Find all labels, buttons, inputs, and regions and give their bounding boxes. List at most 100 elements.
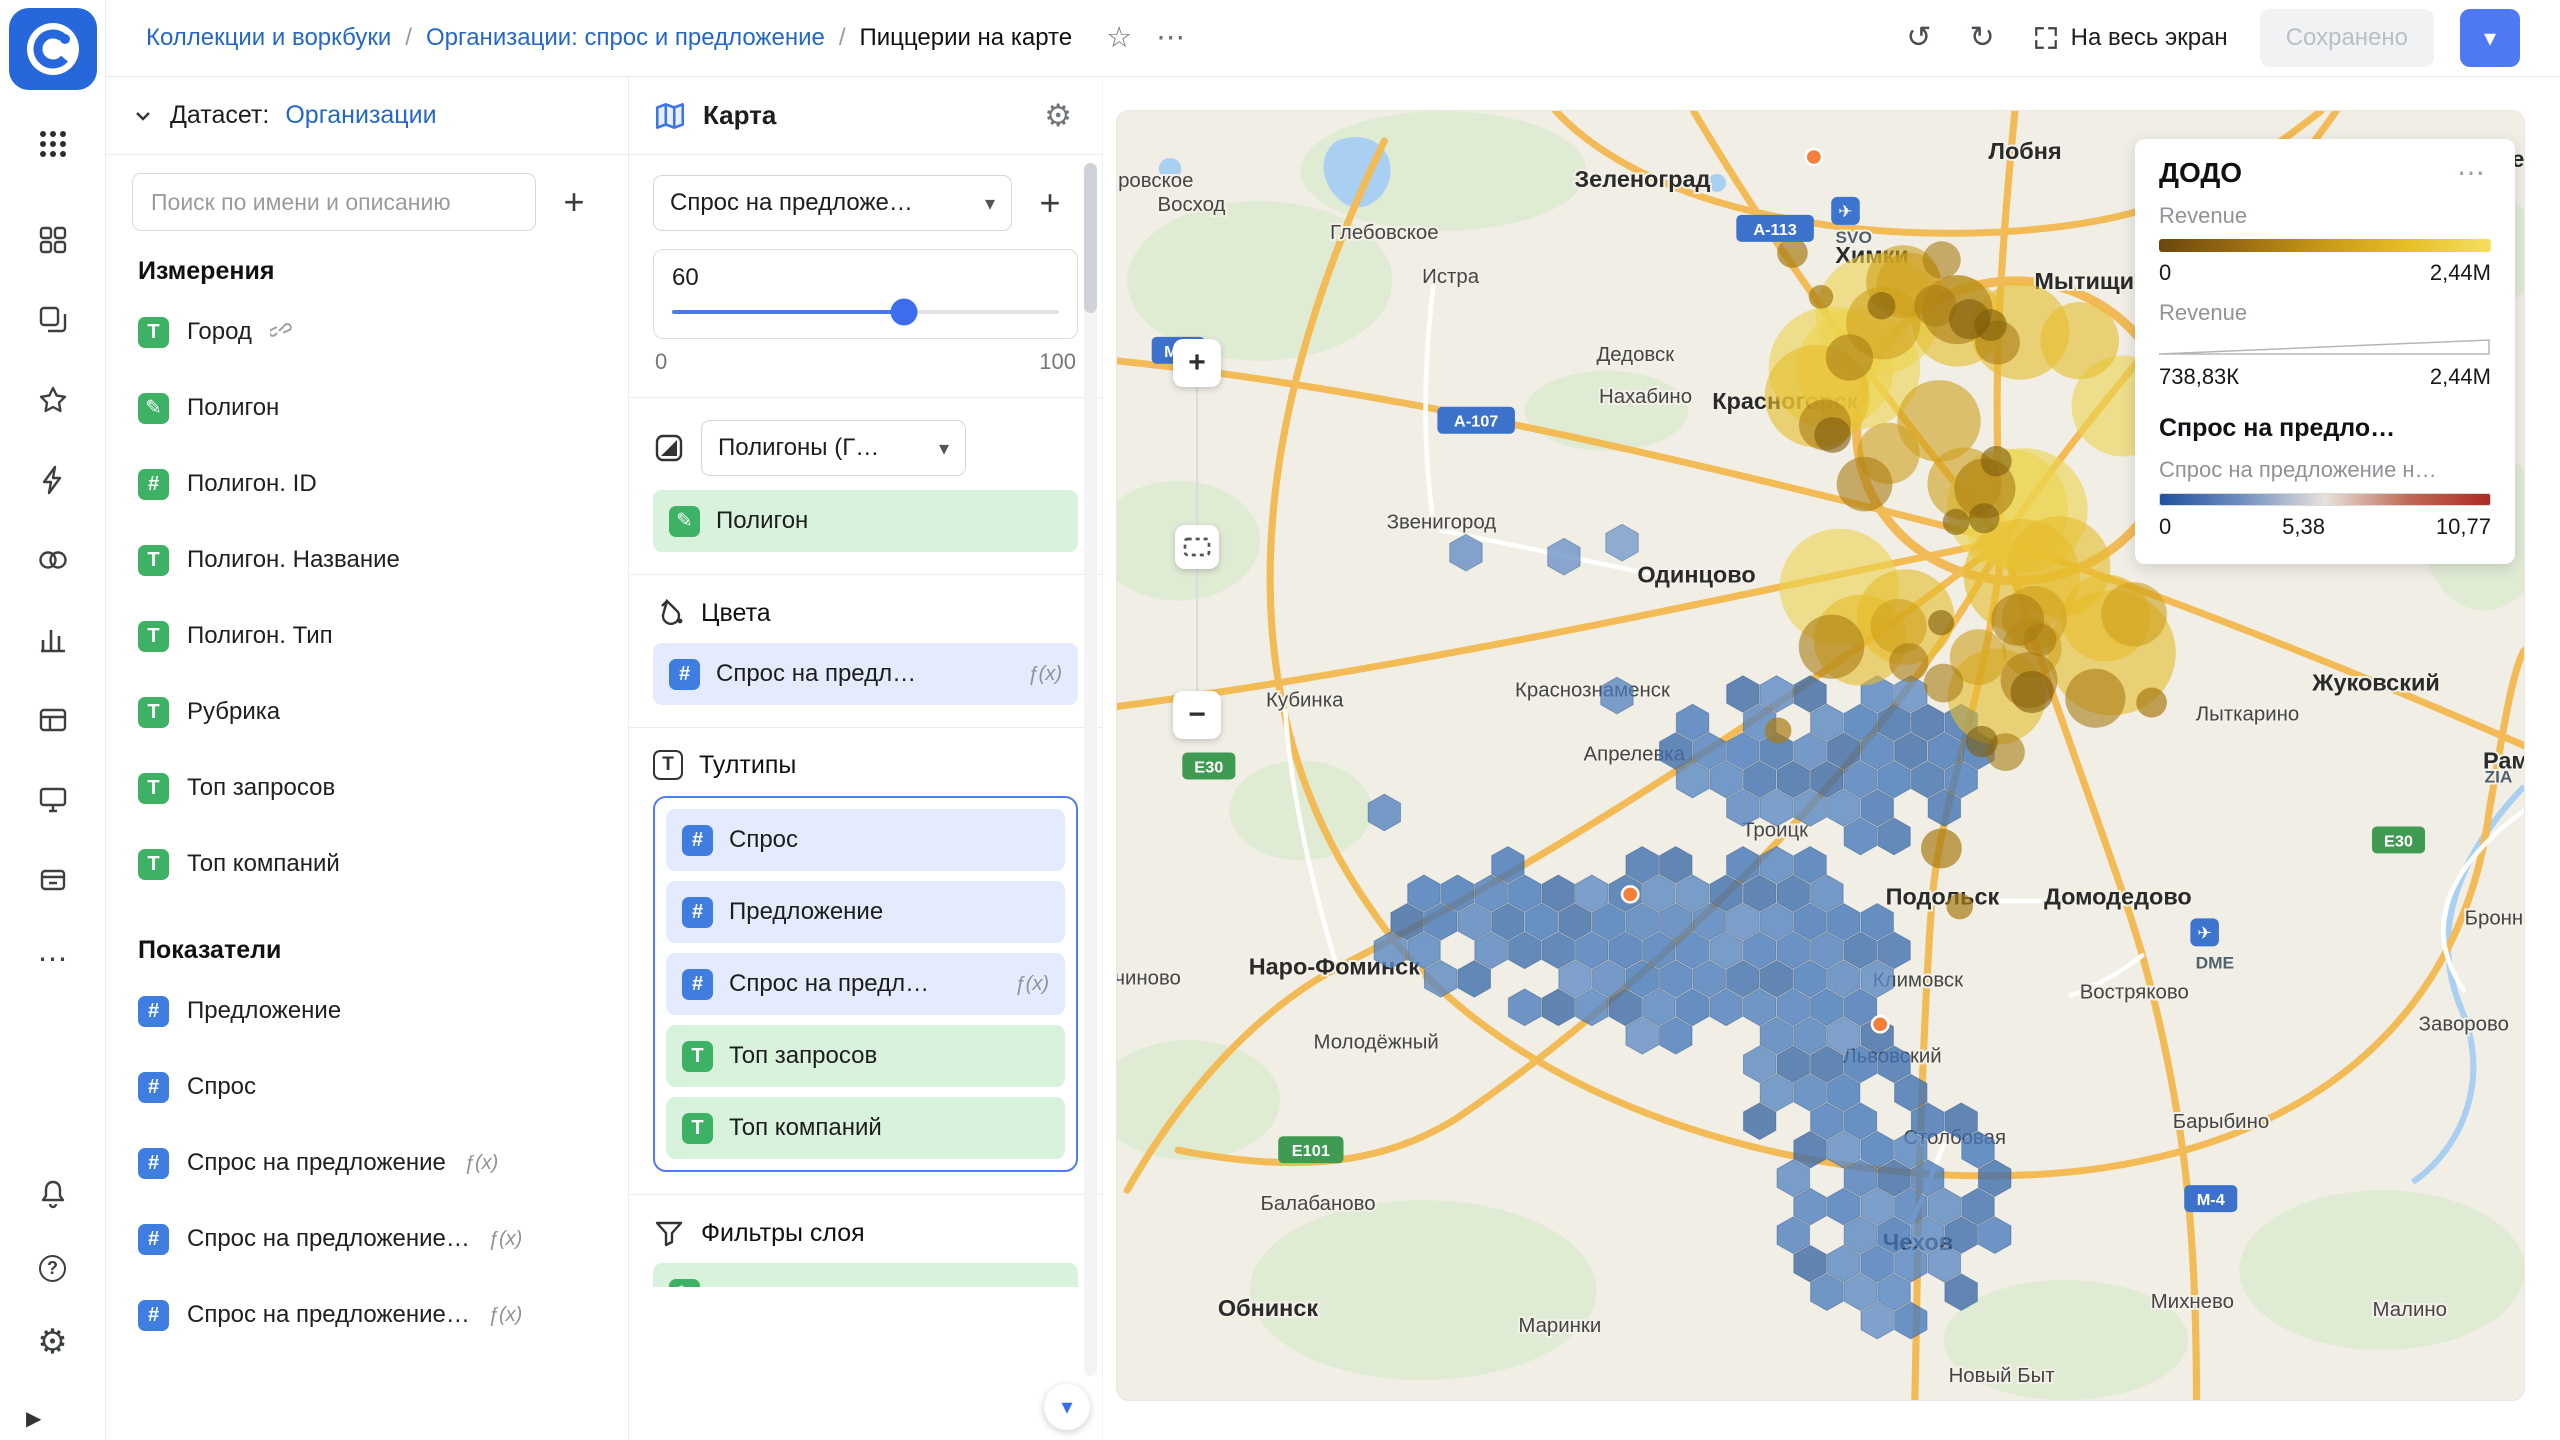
notifications-bell-icon[interactable] [25,1166,81,1222]
map-label: Мытищи [2034,268,2134,294]
map-label: Зеленоград [1574,166,1710,192]
number-field-icon: # [138,996,169,1027]
text-field-icon: T [682,1041,713,1072]
breadcrumb-item[interactable]: Коллекции и воркбуки [146,24,391,52]
field-label: Топ компаний [187,850,340,878]
field-chip[interactable]: TТоп компаний [666,1097,1065,1159]
fullscreen-button[interactable]: На весь экран [2027,23,2234,53]
redo-icon[interactable]: ↻ [1964,22,2001,54]
add-layer-button[interactable]: + [1022,175,1078,231]
entry-more-icon[interactable]: ⋯ [1148,20,1193,57]
dashboards-icon[interactable] [25,772,81,828]
field-search-input[interactable] [132,173,536,231]
fullscreen-icon [2033,25,2059,51]
field-row[interactable]: TТоп компаний [132,826,602,902]
collapse-rail-icon[interactable]: ▶ [20,1405,47,1432]
field-label: Полигон. ID [187,470,317,498]
field-chip[interactable]: #Спрос на предл…ƒ(x) [666,953,1065,1015]
map-canvas[interactable]: ровскоеВосходГлебовскоеИстраЗеленоградЛо… [1117,111,2524,1400]
field-row[interactable]: #Спрос на предложение…ƒ(x) [132,1277,602,1353]
chip-label: Полигон [716,507,808,535]
apps-grid-icon[interactable] [25,116,81,172]
opacity-min-label: 0 [655,349,667,375]
save-status-button[interactable]: Сохранено [2260,9,2434,67]
rail-more-icon[interactable]: ⋯ [25,932,81,988]
charts-icon[interactable] [25,612,81,668]
map-chart-icon [653,99,687,133]
map-label: SVO [1835,227,1872,247]
field-chip[interactable]: ✎ [653,1263,1078,1287]
chart-settings-gear-icon[interactable]: ⚙ [1038,97,1078,135]
connections-icon[interactable] [25,532,81,588]
field-row[interactable]: #Полигон. ID [132,446,602,522]
field-chip[interactable]: #Предложение [666,881,1065,943]
datalens-logo[interactable] [9,8,97,90]
field-chip[interactable]: #Спрос [666,809,1065,871]
favorite-star-icon[interactable]: ☆ [1098,20,1140,57]
map-label: Востряково [2080,981,2189,1003]
map-more-icon[interactable]: ⋯ [2451,158,2491,188]
zoom-in-button[interactable]: + [1173,339,1221,387]
field-row[interactable]: #Спрос [132,1049,602,1125]
field-row[interactable]: TПолигон. Тип [132,598,602,674]
geometry-select[interactable]: Полигоны (Г… ▾ [701,420,966,476]
clipped-filter-chip[interactable]: ✎ [653,1263,1078,1287]
dataset-label: Датасет: [170,101,269,130]
legend-title: ДОДО [2159,157,2242,189]
config-scrollbar[interactable] [1084,163,1097,1376]
field-chip[interactable]: ✎Полигон [653,490,1078,552]
chevron-down-icon: ▾ [2484,25,2496,52]
chart-type-title: Карта [703,100,776,131]
field-label: Полигон [187,394,279,422]
collections-icon[interactable] [25,212,81,268]
map-label: Звенигород [1387,512,1497,534]
topbar: Коллекции и воркбуки/Организации: спрос … [106,0,2560,77]
zoom-out-button[interactable]: − [1173,691,1221,739]
field-row[interactable]: ✎Полигон [132,370,602,446]
tables-icon[interactable] [25,692,81,748]
breadcrumb-item[interactable]: Организации: спрос и предложение [426,24,825,52]
field-row[interactable]: TПолигон. Название [132,522,602,598]
scroll-down-button[interactable]: ▾ [1044,1384,1090,1430]
field-row[interactable]: #Предложение [132,973,602,1049]
workbooks-icon[interactable] [25,292,81,348]
legend-size-wedge [2159,338,2491,356]
field-row[interactable]: TРубрика [132,674,602,750]
field-row[interactable]: #Спрос на предложениеƒ(x) [132,1125,602,1201]
quick-actions-bolt-icon[interactable] [25,452,81,508]
dataset-name-link[interactable]: Организации [285,101,436,130]
chart-config-panel: Карта ⚙ Спрос на предложе… ▾ + 60 [629,77,1103,1440]
field-row[interactable]: #Спрос на предложение…ƒ(x) [132,1201,602,1277]
map-label: ровское [1118,170,1193,192]
map-label: Маринки [1518,1315,1601,1337]
actions-dropdown-button[interactable]: ▾ [2460,9,2520,67]
link-icon [270,318,292,347]
measure-ruler-icon[interactable] [1175,525,1219,569]
svg-text:✈: ✈ [1838,201,1853,221]
field-row[interactable]: TГород [132,294,602,370]
field-row[interactable]: TТоп запросов [132,750,602,826]
dimensions-section-title: Измерения [138,257,602,286]
help-icon[interactable]: ? [25,1240,81,1296]
field-chip[interactable]: TТоп запросов [666,1025,1065,1087]
field-label: Топ запросов [187,774,335,802]
text-field-icon: T [138,697,169,728]
settings-gear-icon[interactable]: ⚙ [25,1314,81,1370]
layer-select[interactable]: Спрос на предложе… ▾ [653,175,1012,231]
dataset-collapse-chevron-icon[interactable] [132,105,154,127]
tooltips-section-title: Тултипы [699,751,796,780]
field-chip[interactable]: #Спрос на предл…ƒ(x) [653,643,1078,705]
svg-text:М-4: М-4 [2197,1191,2225,1209]
storage-icon[interactable] [25,852,81,908]
map-label: Бронницы [2465,908,2524,930]
favorites-star-icon[interactable] [25,372,81,428]
opacity-slider[interactable] [672,310,1059,314]
map-label: Кубинка [1266,690,1344,712]
number-field-icon: # [138,1224,169,1255]
opacity-slider-knob[interactable] [891,299,918,326]
undo-icon[interactable]: ↺ [1900,22,1937,54]
config-scrollbar-thumb[interactable] [1084,163,1097,313]
tooltips-drop-zone[interactable]: #Спрос #Предложение #Спрос на предл…ƒ(x) TТ… [653,796,1078,1172]
field-label: Спрос [187,1073,256,1101]
add-field-button[interactable]: + [546,174,602,230]
